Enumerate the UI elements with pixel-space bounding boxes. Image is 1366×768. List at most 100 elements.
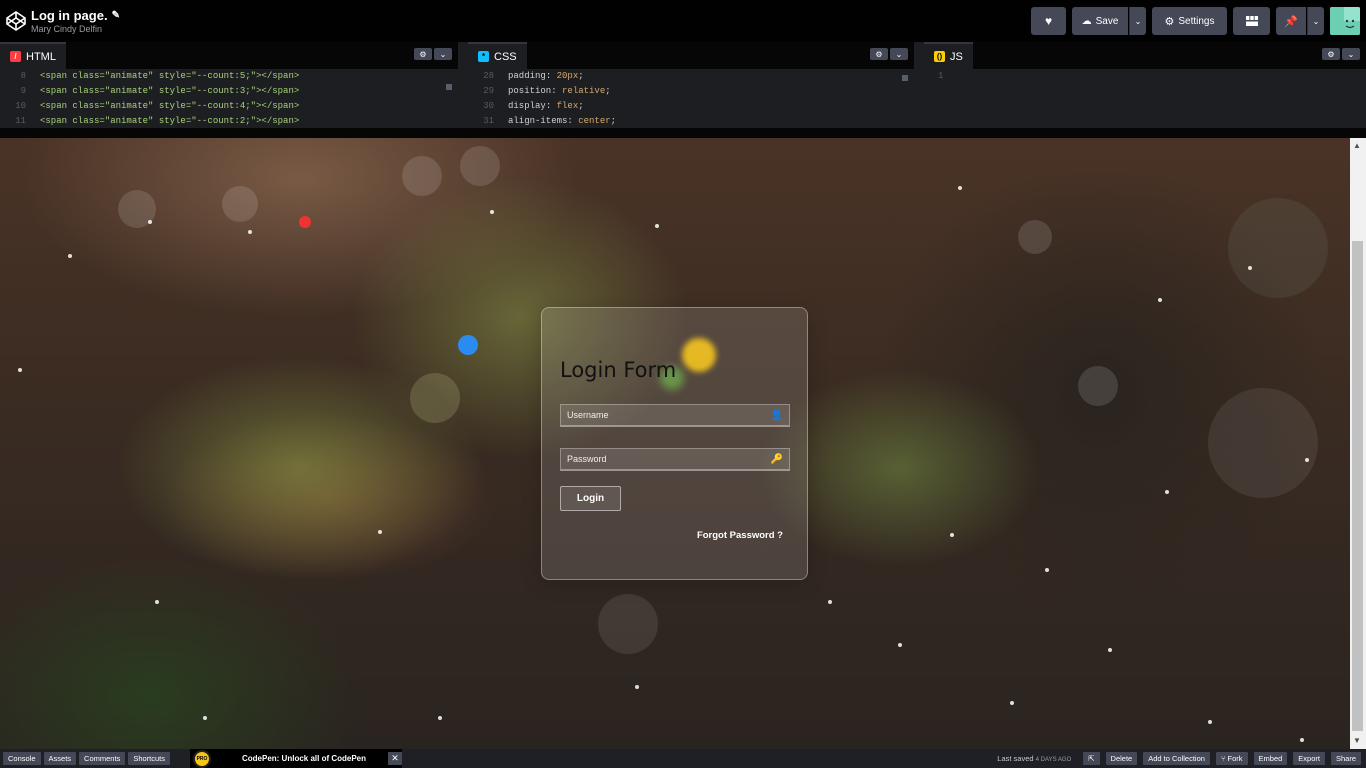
assets-button[interactable]: Assets	[43, 752, 77, 765]
tab-js[interactable]: () JS	[924, 42, 973, 69]
snowflake	[248, 230, 252, 234]
line-number: 31	[483, 116, 494, 126]
css-editor-header: * CSS	[468, 42, 914, 69]
line-number: 11	[15, 116, 26, 126]
close-icon[interactable]: ✕	[388, 752, 402, 765]
bottom-right-actions: Last saved 4 DAYS AGO ⇱ Delete Add to Co…	[997, 752, 1361, 765]
snowflake	[1158, 298, 1162, 302]
chevron-down-icon: ⌄	[1312, 16, 1320, 26]
embed-button[interactable]: Embed	[1253, 752, 1288, 765]
snowflake	[490, 210, 494, 214]
scroll-up-arrow[interactable]: ▲	[1353, 141, 1361, 150]
chevron-down-icon: ⌄	[1134, 16, 1142, 26]
cloud-icon: ☁	[1081, 15, 1092, 27]
password-input[interactable]: Password 🔑	[560, 448, 790, 471]
pen-title[interactable]: Log in page.	[31, 8, 108, 23]
html-editor[interactable]: / HTML ⚙ ⌄ 8 <span class="animate" style…	[0, 42, 458, 128]
user-icon: 👤	[770, 410, 783, 421]
snowflake	[1010, 701, 1014, 705]
code-line: 28 padding: 20px;	[468, 69, 914, 84]
login-button[interactable]: Login	[560, 486, 621, 511]
toolbar-actions: ♥ ☁ Save ⌄ ⚙ Settings 📌 ⌄	[1031, 7, 1360, 35]
colon: :	[545, 101, 557, 111]
key-icon: 🔑	[770, 454, 783, 465]
bokeh-circle	[1228, 198, 1328, 298]
css-settings-button[interactable]: ⚙	[870, 48, 888, 60]
pro-badge: PRO	[190, 749, 214, 768]
html-scroll-thumb[interactable]	[446, 84, 452, 90]
forgot-password-link[interactable]: Forgot Password ?	[697, 530, 783, 541]
share-button[interactable]: Share	[1330, 752, 1361, 765]
preview-frame[interactable]: Login Form Username 👤 Password 🔑 Login F…	[0, 138, 1350, 749]
css-pane-controls: ⚙ ⌄	[870, 48, 908, 60]
add-to-collection-button[interactable]: Add to Collection	[1143, 752, 1210, 765]
pro-promo-banner[interactable]: PRO CodePen: Unlock all of CodePen ✕	[190, 749, 402, 768]
username-input[interactable]: Username 👤	[560, 404, 790, 427]
comments-button[interactable]: Comments	[79, 752, 126, 765]
preview-scrollbar[interactable]: ▲ ▼	[1350, 138, 1366, 749]
last-saved-label: Last saved	[997, 754, 1034, 763]
shortcuts-button[interactable]: Shortcuts	[128, 752, 170, 765]
scrollbar-thumb[interactable]	[1352, 241, 1363, 731]
pen-author[interactable]: Mary Cindy Delfin	[31, 24, 120, 34]
bokeh-circle	[460, 146, 500, 186]
html-settings-button[interactable]: ⚙	[414, 48, 432, 60]
js-settings-button[interactable]: ⚙	[1322, 48, 1340, 60]
open-external-button[interactable]: ⇱	[1083, 752, 1100, 765]
pen-title-row[interactable]: Log in page. ✎	[31, 8, 120, 23]
snowflake	[828, 600, 832, 604]
heart-button[interactable]: ♥	[1031, 7, 1066, 35]
codepen-logo-icon[interactable]	[6, 11, 26, 31]
js-editor[interactable]: () JS ⚙ ⌄ 1	[924, 42, 1366, 128]
scroll-down-arrow[interactable]: ▼	[1353, 736, 1361, 745]
change-view-button[interactable]	[1233, 7, 1270, 35]
bokeh-circle	[1208, 388, 1318, 498]
js-collapse-button[interactable]: ⌄	[1342, 48, 1360, 60]
css-property: display	[508, 101, 546, 111]
tab-html[interactable]: / HTML	[0, 42, 66, 69]
fork-icon: ⑂	[1220, 754, 1228, 763]
css-icon: *	[478, 51, 489, 62]
tab-css[interactable]: * CSS	[468, 42, 527, 69]
console-button[interactable]: Console	[3, 752, 41, 765]
css-code[interactable]: 28 padding: 20px; 29 position: relative;…	[468, 69, 914, 129]
gear-icon: ⚙	[1164, 15, 1175, 28]
pin-button[interactable]: 📌	[1276, 7, 1306, 35]
fork-button[interactable]: ⑂ Fork	[1215, 752, 1248, 765]
css-property: padding	[508, 71, 546, 81]
save-dropdown-button[interactable]: ⌄	[1129, 7, 1146, 35]
css-scroll-thumb[interactable]	[902, 75, 908, 81]
css-editor[interactable]: * CSS ⚙ ⌄ 28 padding: 20px; 29 position:…	[468, 42, 914, 128]
snowflake	[203, 716, 207, 720]
delete-button[interactable]: Delete	[1105, 752, 1138, 765]
login-form: Login Form Username 👤 Password 🔑 Login F…	[541, 307, 808, 580]
html-code[interactable]: 8 <span class="animate" style="--count:5…	[0, 69, 458, 129]
password-placeholder: Password	[567, 454, 607, 464]
css-collapse-button[interactable]: ⌄	[890, 48, 908, 60]
editor-resize-bar[interactable]	[0, 128, 1366, 138]
avatar-face-icon	[1330, 7, 1360, 35]
snowflake	[438, 716, 442, 720]
html-icon: /	[10, 51, 21, 62]
save-label: Save	[1095, 15, 1119, 27]
code-text: <span class="animate" style="--count:3;"…	[40, 86, 300, 96]
avatar[interactable]	[1330, 7, 1360, 35]
settings-button[interactable]: ⚙ Settings	[1152, 7, 1227, 35]
tab-js-label: JS	[950, 50, 963, 63]
snowflake	[1208, 720, 1212, 724]
code-line: 30 display: flex;	[468, 99, 914, 114]
export-button[interactable]: Export	[1293, 752, 1325, 765]
blue-animated-dot	[458, 335, 478, 355]
settings-label: Settings	[1178, 15, 1215, 27]
html-collapse-button[interactable]: ⌄	[434, 48, 452, 60]
pro-promo-text[interactable]: CodePen: Unlock all of CodePen	[242, 754, 366, 763]
semicolon: ;	[610, 116, 617, 126]
pin-dropdown-button[interactable]: ⌄	[1307, 7, 1324, 35]
js-code[interactable]: 1	[924, 69, 1366, 84]
tab-html-label: HTML	[26, 50, 56, 63]
save-button[interactable]: ☁ Save	[1072, 7, 1128, 35]
code-line: 1	[924, 69, 1366, 84]
semicolon: ;	[578, 101, 584, 111]
pencil-icon[interactable]: ✎	[112, 10, 120, 21]
css-value: flex	[556, 101, 579, 111]
